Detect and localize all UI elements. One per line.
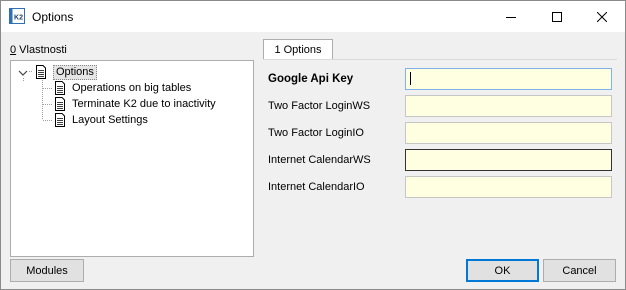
tree-item-options[interactable]: Options (35, 64, 97, 80)
tree-item-label: Terminate K2 due to inactivity (72, 98, 216, 110)
title-bar[interactable]: K2 Options (1, 1, 625, 32)
minimize-button[interactable] (488, 1, 534, 32)
maximize-icon (552, 11, 562, 22)
google-api-key-label: Google Api Key (268, 73, 354, 85)
close-button[interactable] (579, 1, 625, 32)
close-icon (597, 11, 607, 22)
svg-text:K2: K2 (14, 15, 23, 22)
collapse-chevron-icon[interactable] (18, 68, 28, 78)
properties-label: 0 Vlastnosti (10, 44, 67, 56)
properties-label-text: Vlastnosti (16, 44, 67, 56)
tree-item-operations-big-tables[interactable]: Operations on big tables (54, 80, 191, 96)
internet-calendar-ws-label: Internet CalendarWS (268, 154, 371, 166)
tree-item-terminate-inactivity[interactable]: Terminate K2 due to inactivity (54, 96, 216, 112)
two-factor-login-io-label: Two Factor LoginIO (268, 127, 364, 139)
tree-item-layout-settings[interactable]: Layout Settings (54, 112, 148, 128)
internet-calendar-io-input[interactable] (405, 176, 612, 198)
modules-button[interactable]: Modules (10, 259, 84, 282)
internet-calendar-io-label: Internet CalendarIO (268, 181, 365, 193)
two-factor-login-ws-input[interactable] (405, 95, 612, 117)
internet-calendar-ws-input[interactable] (405, 149, 612, 171)
maximize-button[interactable] (534, 1, 580, 32)
window-title: Options (32, 10, 74, 24)
two-factor-login-ws-label: Two Factor LoginWS (268, 100, 371, 112)
document-icon (55, 113, 65, 127)
k2-app-icon: K2 (9, 8, 25, 24)
ok-button[interactable]: OK (466, 259, 539, 282)
options-tree[interactable]: Options Operations on big tables Termina… (10, 60, 254, 257)
document-icon (55, 81, 65, 95)
document-icon (36, 65, 46, 79)
options-dialog: K2 Options 0 Vlastnosti Options Operatio… (0, 0, 626, 290)
google-api-key-input[interactable] (405, 68, 612, 90)
cancel-button[interactable]: Cancel (543, 259, 616, 282)
two-factor-login-io-input[interactable] (405, 122, 612, 144)
tab-options[interactable]: 1 Options (263, 39, 333, 60)
minimize-icon (506, 16, 516, 18)
document-icon (55, 97, 65, 111)
tree-item-label: Options (53, 64, 97, 80)
tree-item-label: Layout Settings (72, 114, 148, 126)
text-caret (410, 72, 411, 85)
tree-item-label: Operations on big tables (72, 82, 192, 94)
tab-panel-divider (263, 59, 617, 60)
